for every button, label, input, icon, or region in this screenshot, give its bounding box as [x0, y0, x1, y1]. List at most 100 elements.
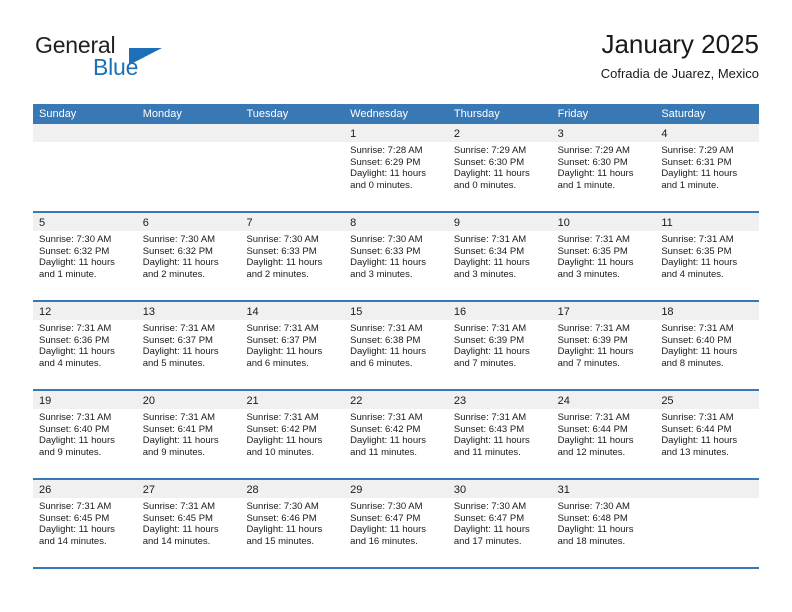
title-block: January 2025 Cofradia de Juarez, Mexico — [601, 28, 759, 82]
day-number: 9 — [453, 217, 460, 229]
day-details: Sunrise: 7:30 AM Sunset: 6:47 PM Dayligh… — [448, 498, 552, 548]
day-details: Sunrise: 7:31 AM Sunset: 6:40 PM Dayligh… — [33, 409, 137, 459]
day-cell-20[interactable]: 20 Sunrise: 7:31 AM Sunset: 6:41 PM Dayli… — [136, 391, 241, 478]
day-cell-empty — [655, 480, 760, 567]
day-number: 28 — [246, 484, 259, 496]
day-number-band: 16 — [447, 302, 552, 320]
day-cell-13[interactable]: 13 Sunrise: 7:31 AM Sunset: 6:37 PM Dayli… — [136, 302, 241, 389]
day-details: Sunrise: 7:31 AM Sunset: 6:41 PM Dayligh… — [137, 409, 241, 459]
sun-times-text: Sunrise: 7:30 AM Sunset: 6:47 PM Dayligh… — [350, 501, 427, 548]
calendar-week-row: 1 Sunrise: 7:28 AM Sunset: 6:29 PM Daylig… — [33, 124, 760, 213]
day-details: Sunrise: 7:31 AM Sunset: 6:38 PM Dayligh… — [344, 320, 448, 370]
day-cell-15[interactable]: 15 Sunrise: 7:31 AM Sunset: 6:38 PM Dayli… — [344, 302, 448, 389]
calendar-week-row: 12 Sunrise: 7:31 AM Sunset: 6:36 PM Dayli… — [33, 302, 760, 391]
sun-times-text: Sunrise: 7:30 AM Sunset: 6:33 PM Dayligh… — [350, 234, 427, 281]
sun-times-text: Sunrise: 7:30 AM Sunset: 6:32 PM Dayligh… — [39, 234, 115, 281]
sun-times-text: Sunrise: 7:31 AM Sunset: 6:41 PM Dayligh… — [142, 412, 219, 459]
day-number-band: 12 — [33, 302, 137, 320]
day-number: 24 — [557, 395, 570, 407]
day-cell-4[interactable]: 4 Sunrise: 7:29 AM Sunset: 6:31 PM Daylig… — [655, 124, 760, 211]
weekday-header-wednesday: Wednesday — [350, 108, 409, 120]
day-cell-19[interactable]: 19 Sunrise: 7:31 AM Sunset: 6:40 PM Dayli… — [33, 391, 137, 478]
day-number: 6 — [142, 217, 149, 229]
sun-times-text: Sunrise: 7:31 AM Sunset: 6:43 PM Dayligh… — [453, 412, 530, 459]
sun-times-text: Sunrise: 7:30 AM Sunset: 6:46 PM Dayligh… — [246, 501, 323, 548]
sun-times-text: Sunrise: 7:31 AM Sunset: 6:39 PM Dayligh… — [453, 323, 530, 370]
day-cell-16[interactable]: 16 Sunrise: 7:31 AM Sunset: 6:39 PM Dayli… — [447, 302, 552, 389]
general-blue-logo[interactable]: General Blue — [33, 32, 233, 92]
page-title: January 2025 — [601, 29, 759, 59]
day-number-band: 23 — [447, 391, 552, 409]
day-cell-5[interactable]: 5 Sunrise: 7:30 AM Sunset: 6:32 PM Daylig… — [33, 213, 137, 300]
calendar-page: General Blue January 2025 Cofradia de Ju… — [0, 0, 792, 612]
day-details: Sunrise: 7:31 AM Sunset: 6:35 PM Dayligh… — [655, 231, 759, 281]
day-details — [655, 498, 759, 501]
day-cell-1[interactable]: 1 Sunrise: 7:28 AM Sunset: 6:29 PM Daylig… — [344, 124, 448, 211]
day-cell-21[interactable]: 21 Sunrise: 7:31 AM Sunset: 6:42 PM Dayli… — [240, 391, 345, 478]
sun-times-text: Sunrise: 7:31 AM Sunset: 6:40 PM Dayligh… — [39, 412, 115, 459]
day-number: 16 — [453, 306, 467, 318]
day-cell-3[interactable]: 3 Sunrise: 7:29 AM Sunset: 6:30 PM Daylig… — [551, 124, 656, 211]
day-number: 13 — [142, 306, 155, 318]
day-cell-12[interactable]: 12 Sunrise: 7:31 AM Sunset: 6:36 PM Dayli… — [33, 302, 137, 389]
day-details: Sunrise: 7:31 AM Sunset: 6:43 PM Dayligh… — [448, 409, 552, 459]
day-cell-25[interactable]: 25 Sunrise: 7:31 AM Sunset: 6:44 PM Dayli… — [655, 391, 760, 478]
day-cell-2[interactable]: 2 Sunrise: 7:29 AM Sunset: 6:30 PM Daylig… — [447, 124, 552, 211]
day-number-band: 7 — [240, 213, 345, 231]
sun-times-text: Sunrise: 7:30 AM Sunset: 6:32 PM Dayligh… — [142, 234, 219, 281]
day-details: Sunrise: 7:28 AM Sunset: 6:29 PM Dayligh… — [344, 142, 448, 192]
day-details: Sunrise: 7:31 AM Sunset: 6:44 PM Dayligh… — [655, 409, 759, 459]
day-cell-17[interactable]: 17 Sunrise: 7:31 AM Sunset: 6:39 PM Dayli… — [551, 302, 656, 389]
day-cell-7[interactable]: 7 Sunrise: 7:30 AM Sunset: 6:33 PM Daylig… — [240, 213, 345, 300]
day-details: Sunrise: 7:31 AM Sunset: 6:40 PM Dayligh… — [655, 320, 759, 370]
day-cell-29[interactable]: 29 Sunrise: 7:30 AM Sunset: 6:47 PM Dayli… — [344, 480, 448, 567]
calendar-week-row: 26 Sunrise: 7:31 AM Sunset: 6:45 PM Dayli… — [33, 480, 760, 569]
day-details — [240, 142, 344, 145]
day-cell-27[interactable]: 27 Sunrise: 7:31 AM Sunset: 6:45 PM Dayli… — [136, 480, 241, 567]
day-number-band: 28 — [240, 480, 345, 498]
day-cell-11[interactable]: 11 Sunrise: 7:31 AM Sunset: 6:35 PM Dayli… — [655, 213, 760, 300]
day-number: 31 — [557, 484, 570, 496]
sun-times-text: Sunrise: 7:30 AM Sunset: 6:47 PM Dayligh… — [453, 501, 530, 548]
day-number-band: 14 — [240, 302, 345, 320]
day-details: Sunrise: 7:30 AM Sunset: 6:33 PM Dayligh… — [240, 231, 344, 281]
day-details: Sunrise: 7:31 AM Sunset: 6:37 PM Dayligh… — [137, 320, 241, 370]
day-details: Sunrise: 7:31 AM Sunset: 6:39 PM Dayligh… — [448, 320, 552, 370]
day-details: Sunrise: 7:31 AM Sunset: 6:45 PM Dayligh… — [33, 498, 137, 548]
day-cell-28[interactable]: 28 Sunrise: 7:30 AM Sunset: 6:46 PM Dayli… — [240, 480, 345, 567]
weekday-header-sunday: Sunday — [39, 108, 77, 120]
sun-times-text: Sunrise: 7:31 AM Sunset: 6:36 PM Dayligh… — [39, 323, 115, 370]
sun-times-text: Sunrise: 7:31 AM Sunset: 6:44 PM Dayligh… — [661, 412, 738, 459]
day-cell-6[interactable]: 6 Sunrise: 7:30 AM Sunset: 6:32 PM Daylig… — [136, 213, 241, 300]
day-cell-26[interactable]: 26 Sunrise: 7:31 AM Sunset: 6:45 PM Dayli… — [33, 480, 137, 567]
sun-times-text: Sunrise: 7:29 AM Sunset: 6:30 PM Dayligh… — [453, 145, 530, 192]
day-number: 4 — [661, 128, 668, 140]
day-cell-9[interactable]: 9 Sunrise: 7:31 AM Sunset: 6:34 PM Daylig… — [447, 213, 552, 300]
day-cell-30[interactable]: 30 Sunrise: 7:30 AM Sunset: 6:47 PM Dayli… — [447, 480, 552, 567]
day-cell-24[interactable]: 24 Sunrise: 7:31 AM Sunset: 6:44 PM Dayli… — [551, 391, 656, 478]
day-details: Sunrise: 7:29 AM Sunset: 6:31 PM Dayligh… — [655, 142, 759, 192]
day-cell-23[interactable]: 23 Sunrise: 7:31 AM Sunset: 6:43 PM Dayli… — [447, 391, 552, 478]
sun-times-text: Sunrise: 7:30 AM Sunset: 6:33 PM Dayligh… — [246, 234, 323, 281]
day-cell-18[interactable]: 18 Sunrise: 7:31 AM Sunset: 6:40 PM Dayli… — [655, 302, 760, 389]
day-number: 19 — [39, 395, 52, 407]
day-cell-10[interactable]: 10 Sunrise: 7:31 AM Sunset: 6:35 PM Dayli… — [551, 213, 656, 300]
weekday-header-row: Sunday Monday Tuesday Wednesday Thursday Frid… — [33, 104, 759, 124]
day-cell-31[interactable]: 31 Sunrise: 7:30 AM Sunset: 6:48 PM Dayli… — [551, 480, 656, 567]
day-cell-22[interactable]: 22 Sunrise: 7:31 AM Sunset: 6:42 PM Dayli… — [344, 391, 448, 478]
day-number: 10 — [557, 217, 570, 229]
day-number-band: 9 — [447, 213, 552, 231]
location-subtitle: Cofradia de Juarez, Mexico — [600, 66, 759, 81]
logo-text-blue: Blue — [93, 54, 139, 80]
day-cell-8[interactable]: 8 Sunrise: 7:30 AM Sunset: 6:33 PM Daylig… — [344, 213, 448, 300]
day-details: Sunrise: 7:31 AM Sunset: 6:39 PM Dayligh… — [552, 320, 656, 370]
day-number: 21 — [246, 395, 259, 407]
day-cell-14[interactable]: 14 Sunrise: 7:31 AM Sunset: 6:37 PM Dayli… — [240, 302, 345, 389]
day-number-band: 22 — [344, 391, 448, 409]
day-number-band — [33, 124, 137, 142]
day-number-band: 2 — [447, 124, 552, 142]
day-details: Sunrise: 7:30 AM Sunset: 6:46 PM Dayligh… — [240, 498, 344, 548]
weekday-header-saturday: Saturday — [661, 108, 706, 120]
day-details: Sunrise: 7:31 AM Sunset: 6:42 PM Dayligh… — [240, 409, 344, 459]
day-details: Sunrise: 7:31 AM Sunset: 6:35 PM Dayligh… — [552, 231, 656, 281]
